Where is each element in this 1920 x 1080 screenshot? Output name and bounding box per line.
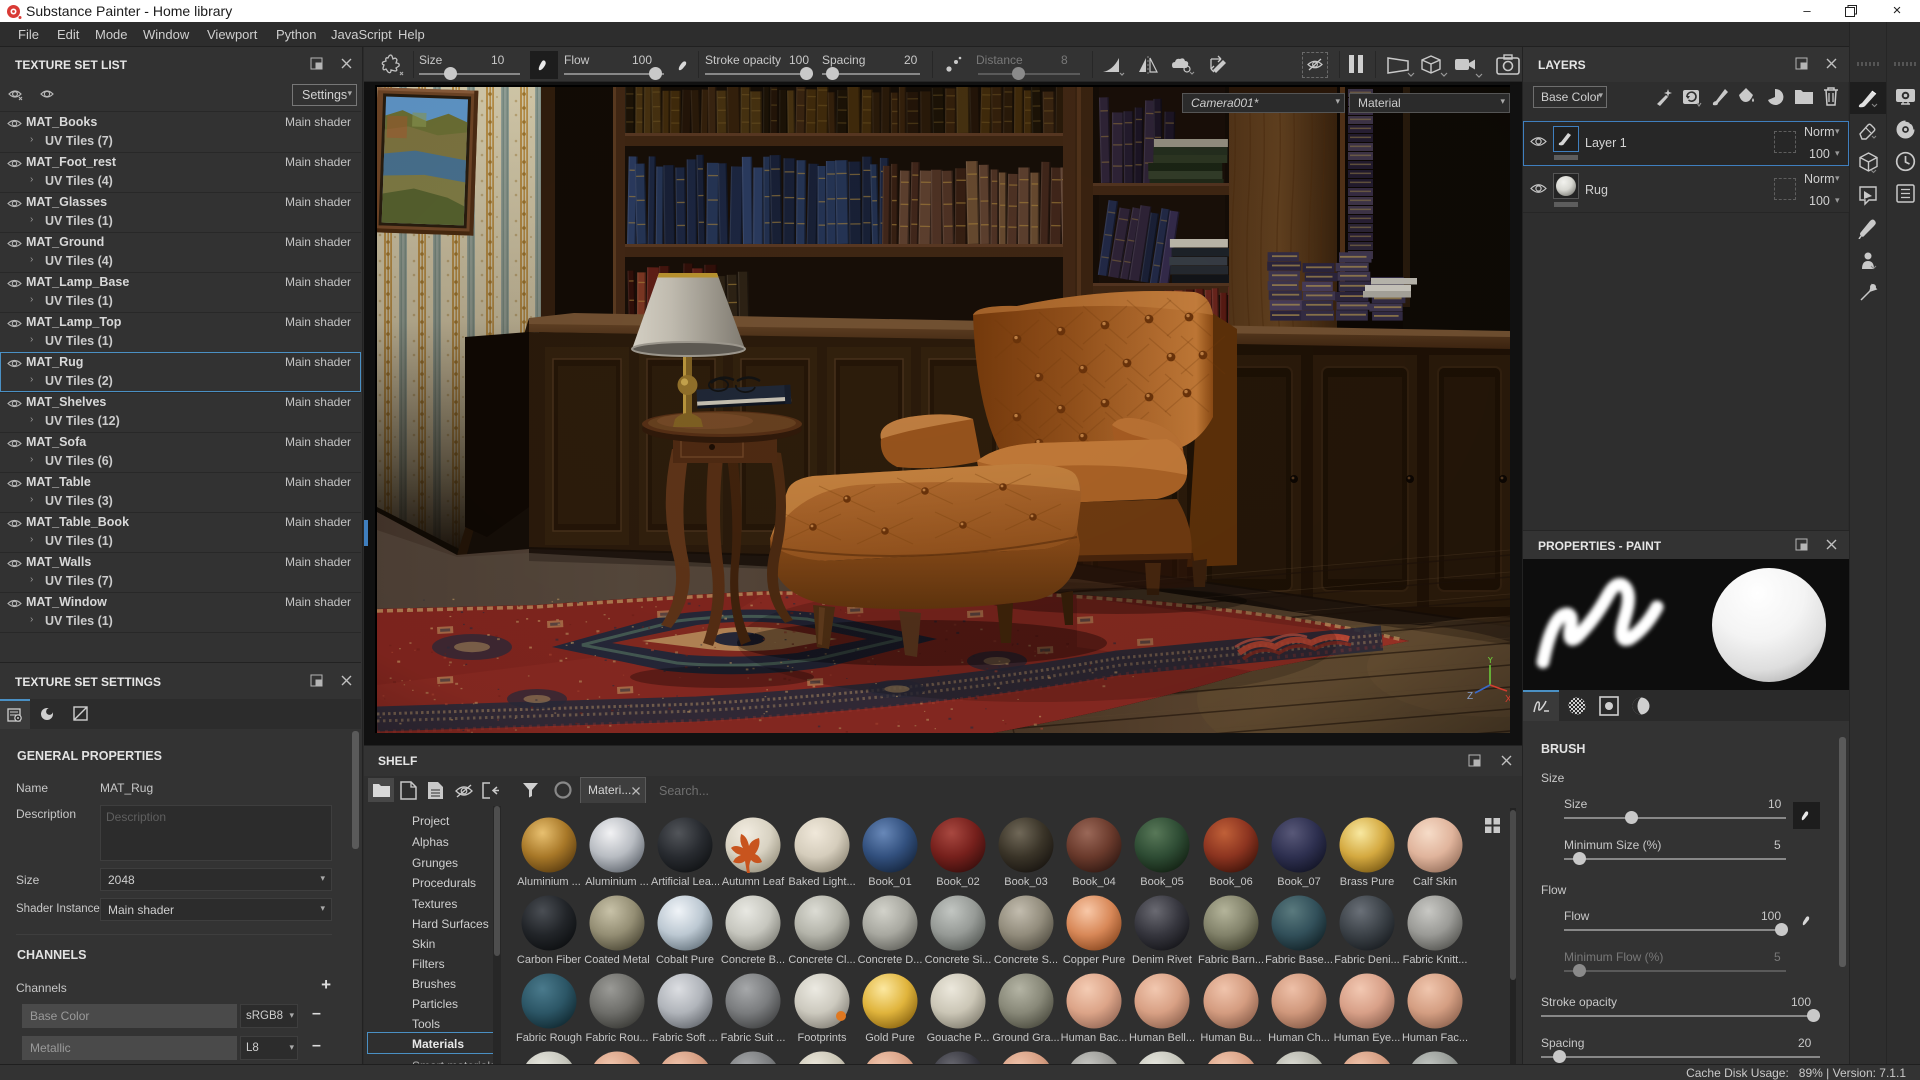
svg-text:Z: Z: [1467, 691, 1473, 702]
svg-text:Y: Y: [1487, 657, 1494, 666]
svg-text:X: X: [1505, 694, 1510, 705]
